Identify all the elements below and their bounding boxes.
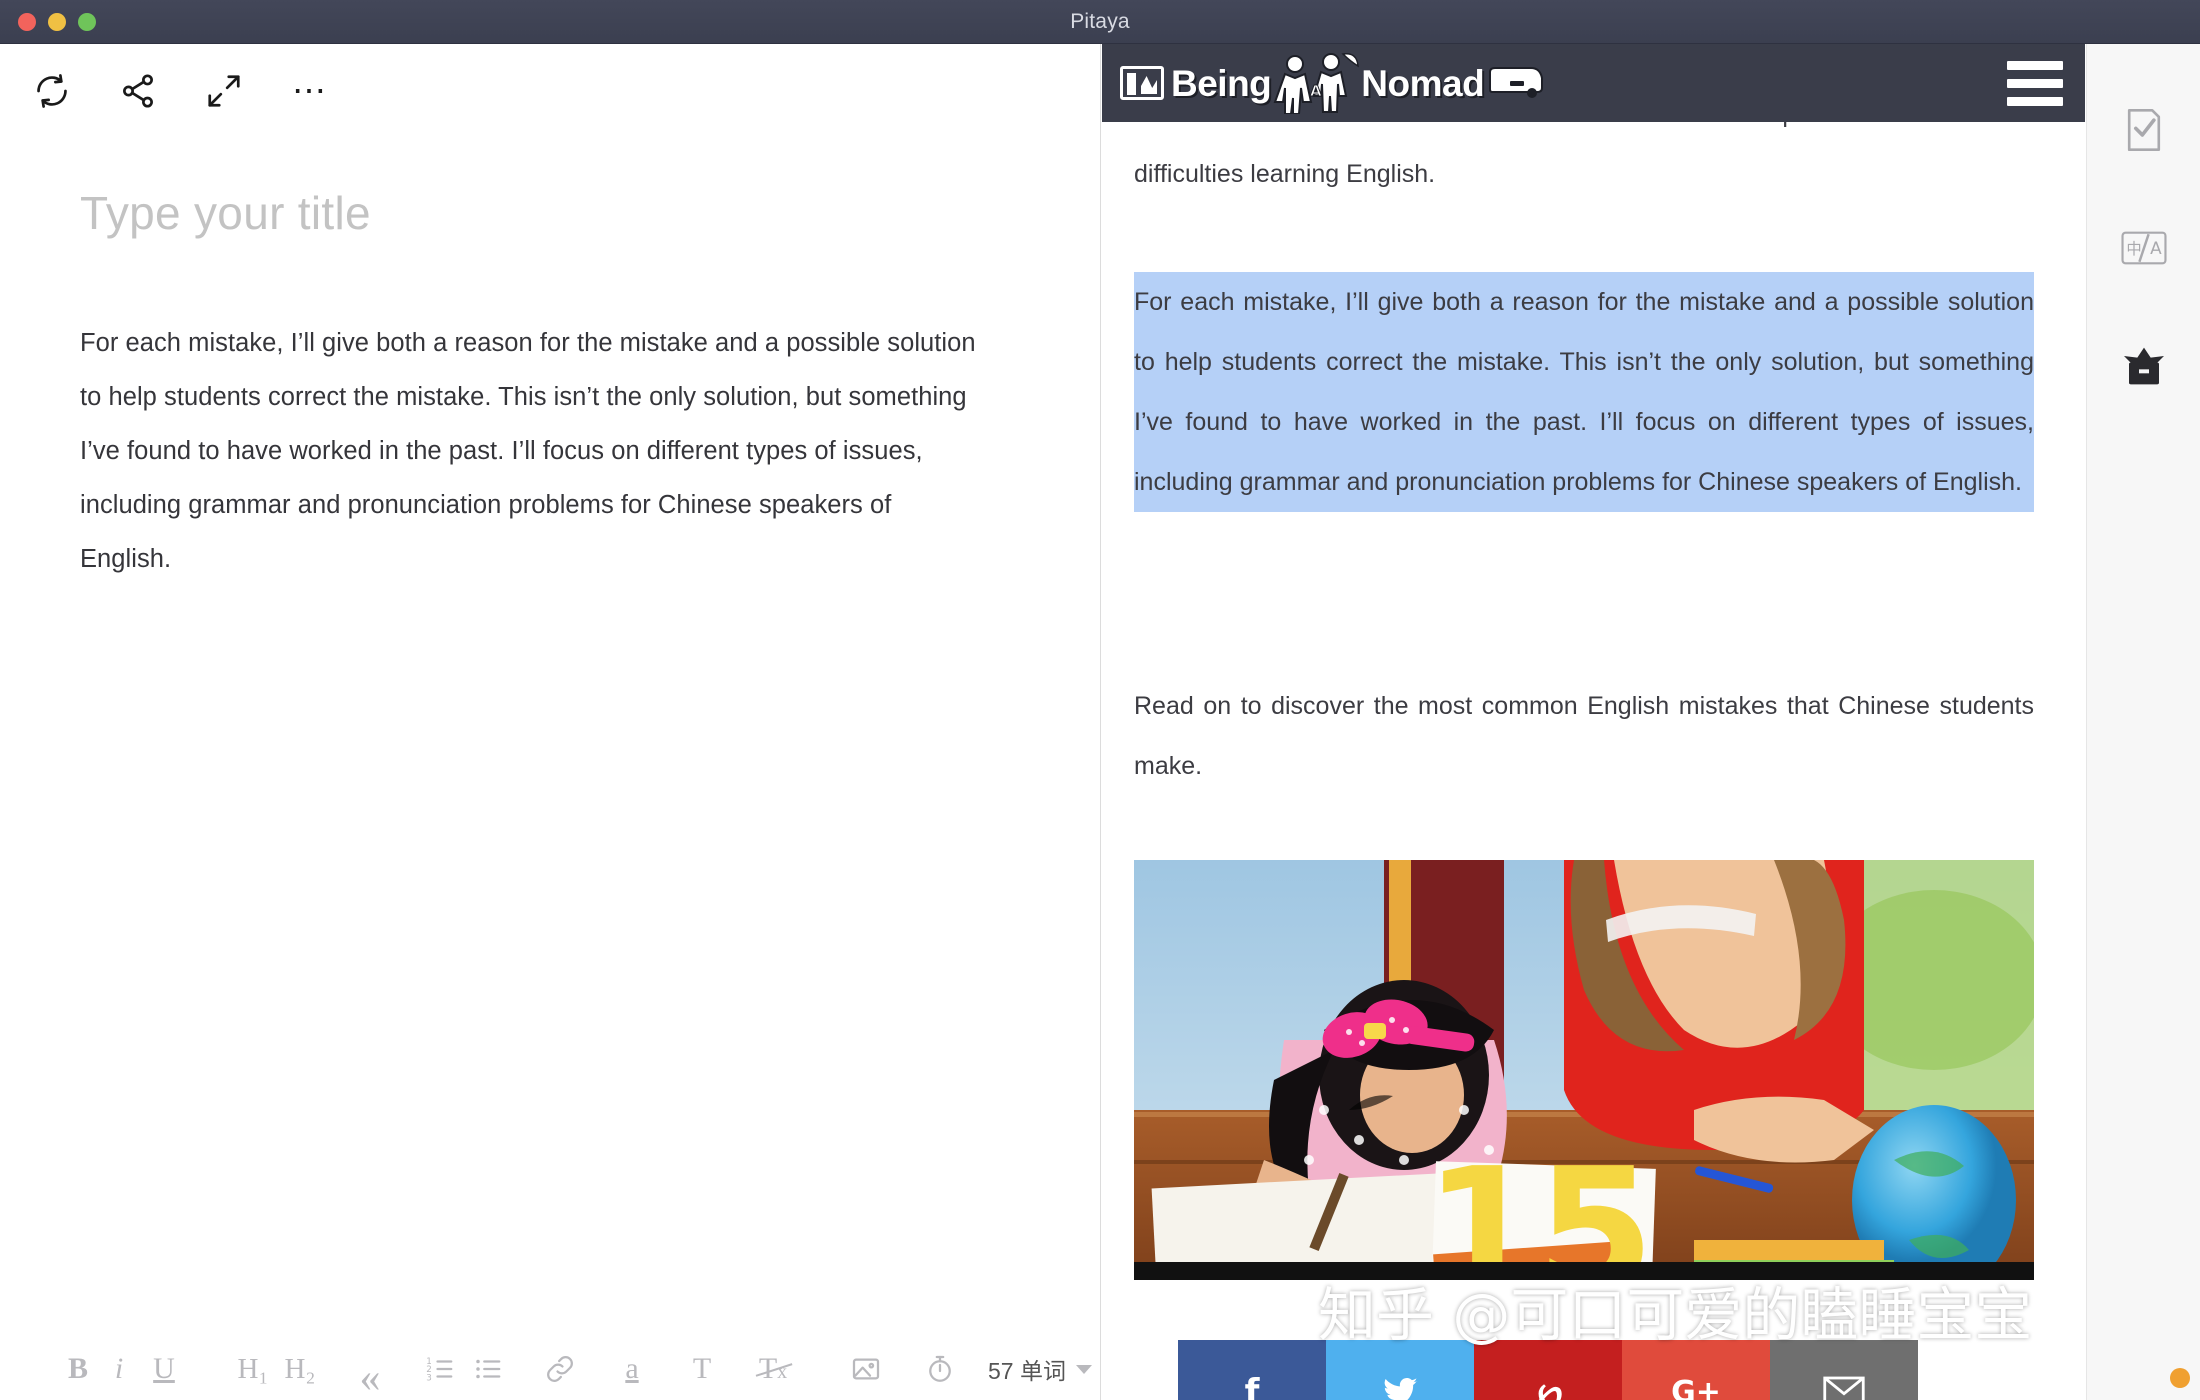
- photo-bottom-bar: [1134, 1262, 2034, 1280]
- preview-selected-text: For each mistake, I’ll give both a reaso…: [1134, 288, 2034, 496]
- share-icon[interactable]: [114, 67, 162, 115]
- window-title: Pitaya: [1070, 9, 1130, 33]
- notification-badge[interactable]: [2170, 1368, 2190, 1388]
- right-sidebar: 中 A: [2086, 44, 2200, 1400]
- figure-number-overlay: 15: [1424, 1132, 1655, 1280]
- close-window-button[interactable]: [18, 13, 36, 31]
- italic-button[interactable]: i: [98, 1352, 140, 1386]
- article-image: 15: [1134, 860, 2034, 1280]
- facebook-share-button[interactable]: f: [1178, 1340, 1326, 1400]
- social-share-bar: f ℘ G+: [1178, 1340, 1918, 1400]
- checklist-icon[interactable]: [2118, 104, 2170, 156]
- googleplus-share-button[interactable]: G+: [1622, 1340, 1770, 1400]
- word-count-selector[interactable]: 57 单词: [988, 1352, 1092, 1386]
- minimize-window-button[interactable]: [48, 13, 66, 31]
- menu-hamburger-icon[interactable]: [2007, 60, 2063, 106]
- underline-button[interactable]: U: [140, 1352, 188, 1386]
- facebook-icon: f: [1244, 1372, 1260, 1400]
- ordered-list-button[interactable]: 1 2 3: [416, 1354, 464, 1384]
- envelope-icon: [1823, 1376, 1865, 1400]
- logo-word-being: Being: [1171, 62, 1272, 104]
- logo-word-nomad: Nomad: [1361, 62, 1485, 104]
- zoom-window-button[interactable]: [78, 13, 96, 31]
- highlight-button[interactable]: a: [608, 1352, 656, 1386]
- window-titlebar: Pitaya: [0, 0, 2200, 44]
- site-logo[interactable]: Being A Nomad Being A Nomad: [1120, 52, 1544, 114]
- heading2-button[interactable]: H₂: [276, 1353, 324, 1386]
- format-toolbar: B i U H₁ H₂ « 1 2 3 a T Tx 57 单词: [0, 1338, 1100, 1400]
- sync-icon[interactable]: [28, 67, 76, 115]
- passport-icon: [1120, 66, 1164, 100]
- editor-toolbar: ⋯: [0, 56, 1100, 126]
- site-header: Being A Nomad Being A Nomad: [1102, 44, 2085, 122]
- preview-document: … to Chinese students. But students can …: [1102, 44, 2085, 1400]
- timer-icon[interactable]: [914, 1353, 966, 1385]
- fullscreen-icon[interactable]: [200, 67, 248, 115]
- preview-paragraph-2-selected: For each mistake, I’ll give both a reaso…: [1134, 272, 2034, 512]
- editor-pane: ⋯ Type your title For each mistake, I’ll…: [0, 44, 1101, 1400]
- svg-text:中: 中: [2126, 240, 2141, 258]
- twitter-icon: [1384, 1377, 1418, 1400]
- svg-text:A: A: [2150, 238, 2162, 258]
- translate-icon[interactable]: 中 A: [2118, 222, 2170, 274]
- pinterest-share-button[interactable]: ℘: [1474, 1340, 1622, 1400]
- text-style-button[interactable]: T: [678, 1352, 726, 1386]
- email-share-button[interactable]: [1770, 1340, 1918, 1400]
- googleplus-icon: G+: [1671, 1374, 1721, 1400]
- svg-text:3: 3: [426, 1373, 432, 1383]
- document-title-placeholder[interactable]: Type your title: [80, 186, 371, 240]
- link-icon[interactable]: [534, 1354, 586, 1384]
- word-count-label: 57 单词: [988, 1358, 1066, 1384]
- heading1-button[interactable]: H₁: [230, 1353, 276, 1386]
- window-traffic-lights: [18, 0, 96, 44]
- more-icon[interactable]: ⋯: [286, 67, 334, 115]
- archive-box-icon[interactable]: [2118, 340, 2170, 392]
- clear-format-button[interactable]: Tx: [748, 1352, 798, 1386]
- bold-button[interactable]: B: [58, 1352, 98, 1386]
- svg-text:A: A: [1310, 82, 1322, 100]
- document-body-text[interactable]: For each mistake, I’ll give both a reaso…: [80, 316, 980, 586]
- blockquote-button[interactable]: «: [346, 1350, 394, 1399]
- bullet-list-button[interactable]: [464, 1354, 512, 1384]
- twitter-share-button[interactable]: [1326, 1340, 1474, 1400]
- insert-image-icon[interactable]: [840, 1353, 892, 1385]
- preview-paragraph-3: Read on to discover the most common Engl…: [1134, 692, 2034, 780]
- pinterest-icon: ℘: [1533, 1370, 1563, 1400]
- chevron-down-icon: [1075, 1364, 1092, 1374]
- caravan-icon: [1489, 67, 1544, 98]
- preview-pane[interactable]: … to Chinese students. But students can …: [1102, 44, 2085, 1400]
- app-window: Pitaya ⋯ Type your title For each mistak…: [0, 0, 2200, 1400]
- family-icon: A: [1273, 53, 1360, 114]
